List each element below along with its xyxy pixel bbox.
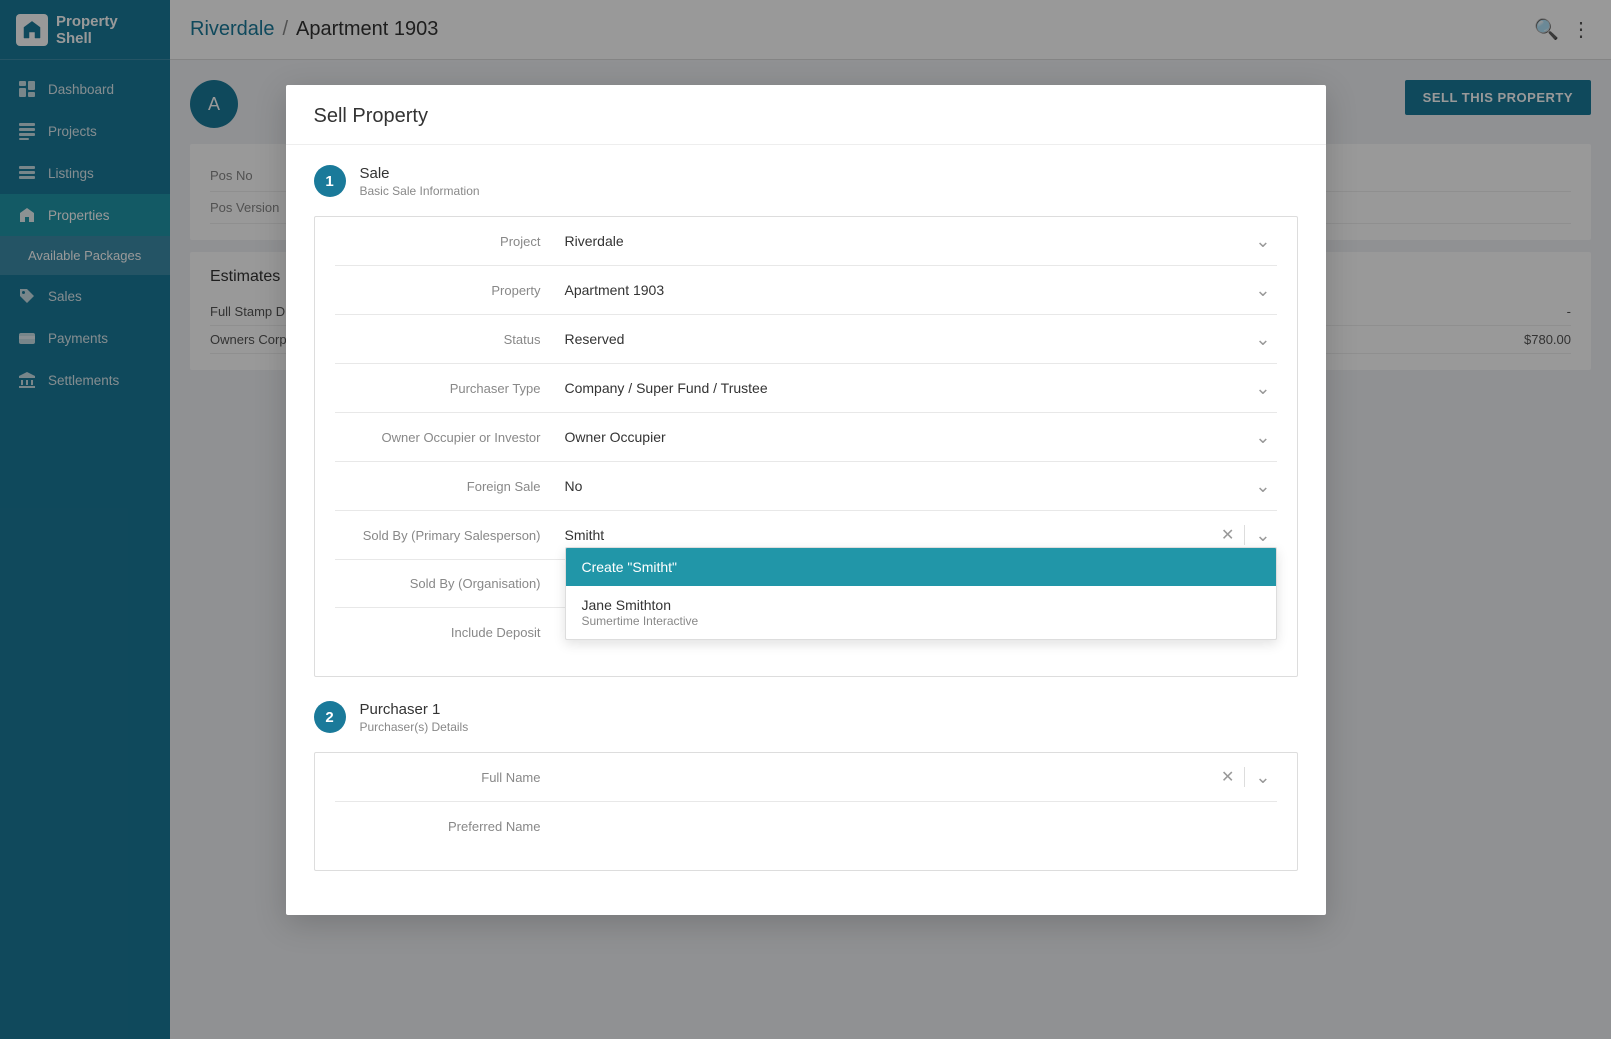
step1-subtitle: Basic Sale Information [360, 184, 480, 198]
step1-info: Sale Basic Sale Information [360, 165, 480, 198]
field-label-property: Property [335, 283, 565, 298]
field-label-include-deposit: Include Deposit [335, 625, 565, 640]
field-control-foreign-sale: No ⌄ [565, 474, 1277, 498]
form-row-purchaser-type: Purchaser Type Company / Super Fund / Tr… [335, 364, 1277, 413]
field-label-foreign-sale: Foreign Sale [335, 479, 565, 494]
step2-header: 2 Purchaser 1 Purchaser(s) Details [314, 701, 1298, 734]
dropdown-item-jane-org: Sumertime Interactive [582, 614, 1260, 628]
divider [1244, 525, 1245, 545]
step1-circle: 1 [314, 165, 346, 197]
field-value-owner-occupier: Owner Occupier [565, 425, 1250, 449]
field-label-status: Status [335, 332, 565, 347]
divider-full-name [1244, 767, 1245, 787]
field-value-purchaser-type: Company / Super Fund / Trustee [565, 376, 1250, 400]
dropdown-arrow-purchaser-type[interactable]: ⌄ [1249, 378, 1276, 399]
field-label-sold-by-org: Sold By (Organisation) [335, 576, 565, 591]
dropdown-arrow-property[interactable]: ⌄ [1249, 280, 1276, 301]
field-control-preferred-name [565, 814, 1277, 838]
dropdown-arrow-owner-occupier[interactable]: ⌄ [1249, 427, 1276, 448]
field-control-project: Riverdale ⌄ [565, 229, 1277, 253]
dropdown-arrow-project[interactable]: ⌄ [1249, 231, 1276, 252]
field-control-property: Apartment 1903 ⌄ [565, 278, 1277, 302]
field-label-preferred-name: Preferred Name [335, 819, 565, 834]
step1-header: 1 Sale Basic Sale Information [314, 165, 1298, 198]
form-row-property: Property Apartment 1903 ⌄ [335, 266, 1277, 315]
clear-full-name[interactable]: ✕ [1215, 767, 1240, 787]
modal-title: Sell Property [314, 105, 1298, 128]
field-value-project: Riverdale [565, 229, 1250, 253]
dropdown-arrow-full-name[interactable]: ⌄ [1249, 767, 1276, 788]
field-value-foreign-sale: No [565, 474, 1250, 498]
modal-header: Sell Property [286, 85, 1326, 145]
form-row-foreign-sale: Foreign Sale No ⌄ [335, 462, 1277, 511]
field-value-property: Apartment 1903 [565, 278, 1250, 302]
dropdown-arrow-foreign-sale[interactable]: ⌄ [1249, 476, 1276, 497]
clear-sold-by-primary[interactable]: ✕ [1215, 525, 1240, 545]
form-row-status: Status Reserved ⌄ [335, 315, 1277, 364]
field-label-owner-occupier: Owner Occupier or Investor [335, 430, 565, 445]
field-control-purchaser-type: Company / Super Fund / Trustee ⌄ [565, 376, 1277, 400]
full-name-input[interactable] [565, 765, 1216, 789]
field-control-sold-by-primary[interactable]: ✕ ⌄ Create "Smitht" Jane Smithton Sumert… [565, 523, 1277, 547]
field-label-project: Project [335, 234, 565, 249]
form-row-preferred-name: Preferred Name [335, 802, 1277, 850]
purchaser-form-section: Full Name ✕ ⌄ Preferred Name [314, 752, 1298, 871]
sold-by-primary-dropdown: Create "Smitht" Jane Smithton Sumertime … [565, 547, 1277, 640]
dropdown-arrow-status[interactable]: ⌄ [1249, 329, 1276, 350]
field-control-full-name: ✕ ⌄ [565, 765, 1277, 789]
dropdown-arrow-sold-by-primary[interactable]: ⌄ [1249, 525, 1276, 546]
modal-body: 1 Sale Basic Sale Information Project Ri… [286, 145, 1326, 915]
step2-subtitle: Purchaser(s) Details [360, 720, 469, 734]
step2-circle: 2 [314, 701, 346, 733]
field-control-owner-occupier: Owner Occupier ⌄ [565, 425, 1277, 449]
step2-info: Purchaser 1 Purchaser(s) Details [360, 701, 469, 734]
dropdown-item-create-label: Create "Smitht" [582, 559, 678, 575]
sell-property-modal: Sell Property 1 Sale Basic Sale Informat… [286, 85, 1326, 915]
form-row-owner-occupier: Owner Occupier or Investor Owner Occupie… [335, 413, 1277, 462]
sold-by-primary-input[interactable] [565, 523, 1216, 547]
dropdown-item-jane-name: Jane Smithton [582, 597, 1260, 613]
form-row-project: Project Riverdale ⌄ [335, 217, 1277, 266]
sale-form-section: Project Riverdale ⌄ Property Apartment 1… [314, 216, 1298, 677]
dropdown-item-create[interactable]: Create "Smitht" [566, 548, 1276, 586]
preferred-name-input[interactable] [565, 814, 1277, 838]
step1-title: Sale [360, 165, 480, 182]
dropdown-item-jane[interactable]: Jane Smithton Sumertime Interactive [566, 586, 1276, 639]
field-value-status: Reserved [565, 327, 1250, 351]
field-control-status: Reserved ⌄ [565, 327, 1277, 351]
form-row-full-name: Full Name ✕ ⌄ [335, 753, 1277, 802]
form-row-sold-by-primary: Sold By (Primary Salesperson) ✕ ⌄ Create… [335, 511, 1277, 560]
field-label-sold-by-primary: Sold By (Primary Salesperson) [335, 528, 565, 543]
field-label-full-name: Full Name [335, 770, 565, 785]
step2-title: Purchaser 1 [360, 701, 469, 718]
field-label-purchaser-type: Purchaser Type [335, 381, 565, 396]
